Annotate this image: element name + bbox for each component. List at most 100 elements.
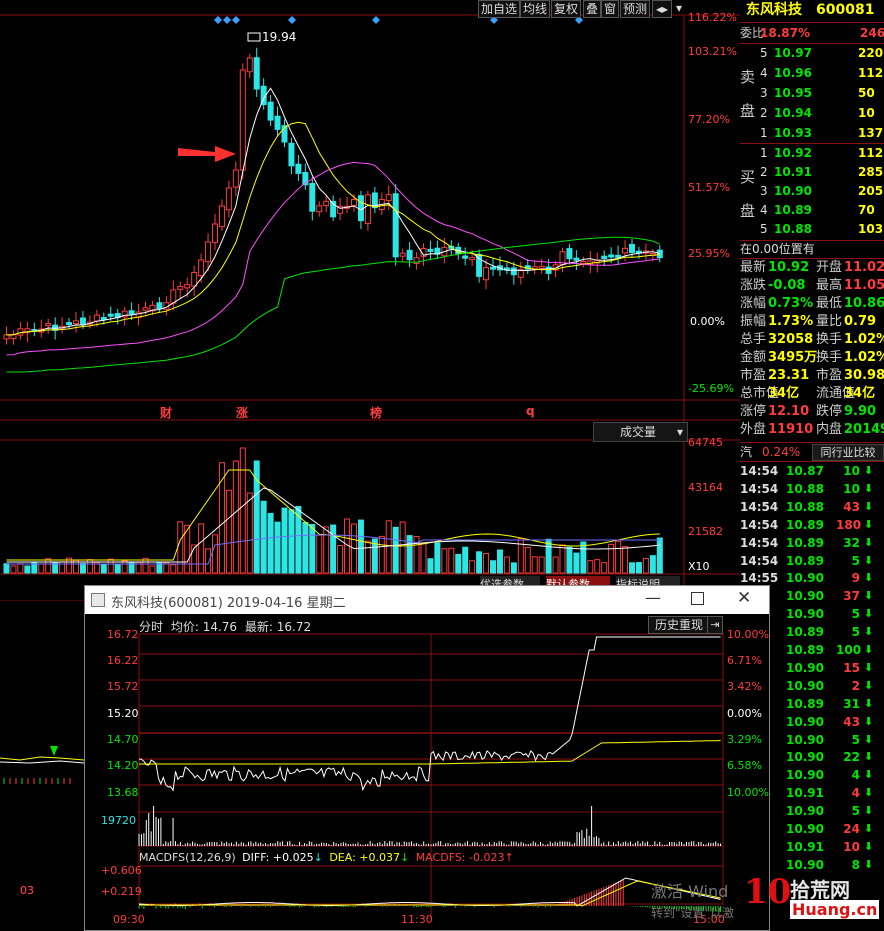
tick-price: 10.88 xyxy=(786,481,824,496)
ask-volume: 220 xyxy=(858,46,884,60)
dropdown-arrow-icon[interactable]: ▾ xyxy=(671,0,687,16)
event-diamond-icon xyxy=(288,16,296,24)
adjust-button[interactable]: 复权 xyxy=(551,0,582,18)
ask-row[interactable]: 2 10.94 10 xyxy=(740,104,884,122)
popup-title-bar[interactable]: 东风科技(600081) 2019-04-16 星期二 — ✕ xyxy=(85,586,769,614)
candle-body xyxy=(538,265,545,269)
pct-axis-label: 51.57% xyxy=(688,181,730,194)
volume-bar xyxy=(635,562,642,574)
tick-volume: 15 xyxy=(843,660,860,675)
bid-row[interactable]: 2 10.91 285 xyxy=(740,163,884,181)
tick-row[interactable]: 14:54 10.87 10 ⬇ xyxy=(740,462,884,480)
down-arrow-icon: ⬇ xyxy=(864,517,874,531)
quote-value: 10.92 xyxy=(768,260,810,275)
minimize-icon[interactable]: — xyxy=(645,588,661,607)
volume-bar xyxy=(288,509,295,574)
quote-label: 换手 xyxy=(816,350,843,365)
kline-chart[interactable]: 加自选 均线 复权 叠 窗 预测 ◂▸ ▾ 19.94 116.22% 103.… xyxy=(0,0,740,897)
ask-row[interactable]: 5 10.97 220 xyxy=(740,44,884,62)
tick-price: 10.89 xyxy=(786,517,824,532)
quote-row: 外盘11910内盘20149 xyxy=(740,421,884,439)
intraday-price-label: 14.20 xyxy=(107,759,139,772)
quote-value: 34亿 xyxy=(768,386,800,401)
scroll-arrows-icon[interactable]: ◂▸ xyxy=(652,0,672,18)
tick-volume: 22 xyxy=(843,750,860,765)
tick-price: 10.90 xyxy=(786,660,824,675)
bid-row[interactable]: 5 10.88 103 xyxy=(740,220,884,238)
bid-row[interactable]: 1 10.92 112 xyxy=(740,144,884,162)
volume-bar xyxy=(399,521,406,574)
volume-bar xyxy=(323,526,330,574)
ask-volume: 112 xyxy=(858,66,884,80)
intraday-popup-window[interactable]: 东风科技(600081) 2019-04-16 星期二 — ✕ 分时 均价: 1… xyxy=(84,585,770,931)
tick-volume: 4 xyxy=(851,786,860,801)
quote-value: 30.98 xyxy=(844,368,884,383)
close-icon[interactable]: ✕ xyxy=(737,588,751,608)
bid-row[interactable]: 4 10.89 70 xyxy=(740,201,884,219)
ask-volume: 137 xyxy=(858,126,884,140)
quote-row: 振幅 1.73% 量比 0.79 xyxy=(740,313,884,331)
tick-row[interactable]: 14:54 10.88 10 ⬇ xyxy=(740,480,884,498)
volume-indicator-dropdown[interactable]: 成交量 ▾ xyxy=(593,422,688,442)
tick-row[interactable]: 14:54 10.89 32 ⬇ xyxy=(740,534,884,552)
volume-bar xyxy=(427,558,434,574)
ask-row[interactable]: 4 10.96 112 xyxy=(740,64,884,82)
tick-row[interactable]: 14:54 10.88 43 ⬇ xyxy=(740,498,884,516)
quote-row: 总手32058换手1.02% xyxy=(740,331,884,349)
ask-row[interactable]: 1 10.93 137 xyxy=(740,124,884,142)
tick-price: 10.91 xyxy=(786,839,824,854)
intraday-price-line xyxy=(138,636,721,792)
down-arrow-icon: ⬇ xyxy=(864,464,874,477)
candle-body xyxy=(170,289,177,304)
quote-value: 9.90 xyxy=(844,404,877,419)
event-marker-finance[interactable]: 财 xyxy=(160,404,172,421)
quote-label: 开盘 xyxy=(816,260,843,275)
volume-bar xyxy=(260,500,267,574)
volume-axis-label: X10 xyxy=(688,560,710,573)
volume-bar xyxy=(573,552,580,574)
volume-bar xyxy=(510,562,517,574)
macd-value: MACDFS: -0.023 xyxy=(415,851,505,864)
bid-volume: 285 xyxy=(858,165,884,179)
down-arrow-icon: ⬇ xyxy=(864,732,874,746)
candle-body xyxy=(309,183,316,212)
replay-end-icon[interactable]: ⇥ xyxy=(707,616,723,634)
maximize-icon[interactable] xyxy=(691,592,704,605)
watermark-number: 10 xyxy=(744,872,792,912)
event-diamond-icon xyxy=(223,16,231,24)
volume-bar xyxy=(594,559,601,574)
forecast-button[interactable]: 预测 xyxy=(620,0,651,18)
add-favorite-button[interactable]: 加自选 xyxy=(478,0,521,18)
tick-time: 14:54 xyxy=(740,535,779,550)
tick-volume: 24 xyxy=(843,822,860,836)
intraday-avg-line xyxy=(139,740,721,765)
tick-price: 10.88 xyxy=(786,499,824,514)
tick-row[interactable]: 14:54 10.89 5 ⬇ xyxy=(740,552,884,570)
volume-bar xyxy=(357,519,364,574)
position-note-text: 在0.00位置有 xyxy=(740,242,815,256)
event-marker-limit[interactable]: 涨 xyxy=(236,404,248,421)
event-diamond-icon xyxy=(214,16,222,24)
event-marker-q[interactable]: q xyxy=(526,404,535,418)
tick-row[interactable]: 14:54 10.89 180 ⬇ xyxy=(740,516,884,534)
event-marker-rank[interactable]: 榜 xyxy=(370,404,382,421)
tick-time: 14:54 xyxy=(740,517,779,532)
volume-bar xyxy=(615,540,622,574)
quote-value: 0.73% xyxy=(768,296,814,311)
quote-value: 1.73% xyxy=(768,314,814,329)
ma-button[interactable]: 均线 xyxy=(520,0,551,18)
quote-row: 总市值 34亿 流通值 34亿 xyxy=(740,385,884,403)
industry-compare-button[interactable]: 同行业比较 xyxy=(812,444,884,461)
pct-axis-label: 103.21% xyxy=(688,45,737,58)
candle-body xyxy=(490,266,496,270)
volume-bar xyxy=(580,541,587,574)
window-button[interactable]: 窗 xyxy=(601,0,620,18)
ask-row[interactable]: 3 10.95 50 xyxy=(740,84,884,102)
history-replay-button[interactable]: 历史重现 xyxy=(648,616,710,634)
weibi-value: 18.87% xyxy=(760,26,810,40)
overlay-button[interactable]: 叠 xyxy=(583,0,602,18)
bid-row[interactable]: 3 10.90 205 xyxy=(740,182,884,200)
quote-value: 1.02% xyxy=(844,350,884,365)
industry-prefix: 汽 xyxy=(740,445,753,459)
tick-volume: 37 xyxy=(843,589,860,604)
